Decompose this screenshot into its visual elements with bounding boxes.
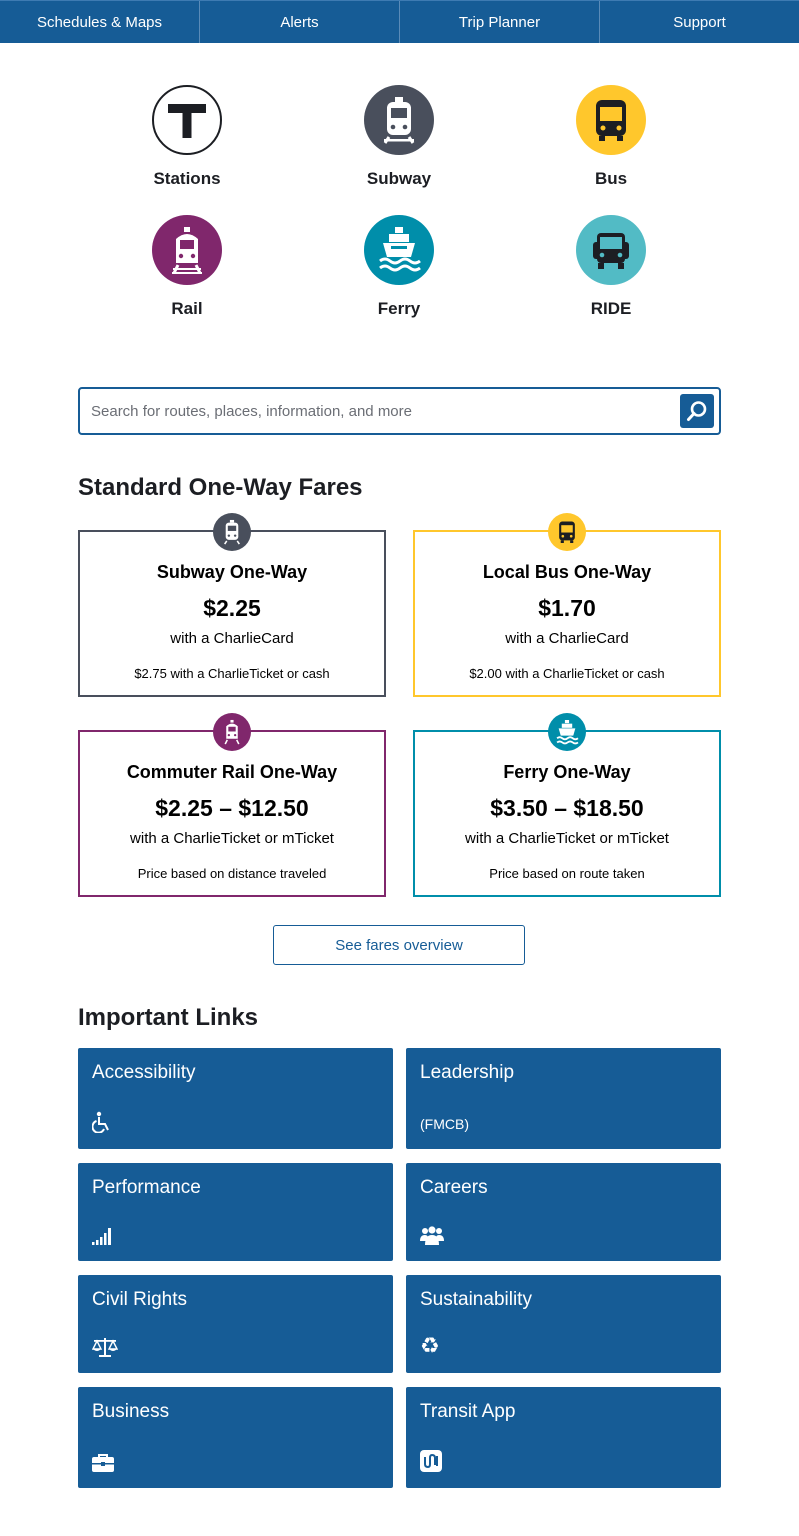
search-button[interactable] bbox=[680, 394, 714, 428]
nav-alerts[interactable]: Alerts bbox=[200, 1, 400, 43]
tile-title: Accessibility bbox=[92, 1062, 196, 1083]
tile-title: Civil Rights bbox=[92, 1289, 188, 1310]
ride-van-icon bbox=[576, 215, 646, 285]
link-tile-performance[interactable]: Performance bbox=[78, 1163, 393, 1261]
balance-scale-icon bbox=[92, 1337, 118, 1357]
briefcase-icon bbox=[92, 1454, 114, 1472]
link-tile-careers[interactable]: Careers bbox=[406, 1163, 721, 1261]
fare-card-subway: Subway One-Way $2.25 with a CharlieCard … bbox=[78, 513, 386, 697]
people-group-icon bbox=[420, 1225, 444, 1245]
recycle-icon: ♻ bbox=[420, 1333, 440, 1358]
search-bar bbox=[78, 387, 721, 435]
top-nav: Schedules & Maps Alerts Trip Planner Sup… bbox=[0, 0, 799, 43]
mode-label: Rail bbox=[171, 299, 203, 318]
fare-note: with a CharlieTicket or mTicket bbox=[130, 830, 334, 847]
subway-train-icon bbox=[213, 513, 251, 551]
mode-subway[interactable]: Subway bbox=[324, 85, 474, 189]
fare-price: $2.25 – $12.50 bbox=[155, 795, 309, 821]
fare-subnote: Price based on route taken bbox=[489, 866, 645, 881]
fare-note: with a CharlieTicket or mTicket bbox=[465, 830, 669, 847]
bus-icon bbox=[548, 513, 586, 551]
signal-bars-icon bbox=[92, 1227, 114, 1245]
fare-card-commuter-rail: Commuter Rail One-Way $2.25 – $12.50 wit… bbox=[78, 713, 386, 897]
nav-trip-planner[interactable]: Trip Planner bbox=[400, 1, 600, 43]
fare-price: $2.25 bbox=[203, 595, 261, 621]
mode-label: Stations bbox=[153, 169, 221, 188]
fare-price: $3.50 – $18.50 bbox=[490, 795, 644, 821]
see-fares-overview-button[interactable]: See fares overview bbox=[273, 925, 525, 965]
mode-label: Subway bbox=[366, 169, 432, 188]
fare-title: Ferry One-Way bbox=[503, 762, 631, 782]
commuter-rail-icon bbox=[152, 215, 222, 285]
fare-title: Commuter Rail One-Way bbox=[126, 762, 338, 782]
mode-bus[interactable]: Bus bbox=[536, 85, 686, 189]
link-tile-accessibility[interactable]: Accessibility bbox=[78, 1048, 393, 1149]
fare-note: with a CharlieCard bbox=[505, 630, 629, 647]
search-icon bbox=[687, 401, 707, 421]
mode-label: Ferry bbox=[377, 299, 421, 318]
link-tile-sustainability[interactable]: Sustainability ♻ bbox=[406, 1275, 721, 1373]
bus-icon bbox=[576, 85, 646, 155]
link-tile-business[interactable]: Business bbox=[78, 1387, 393, 1488]
tile-title: Careers bbox=[420, 1177, 488, 1198]
transit-app-icon bbox=[420, 1450, 442, 1472]
mode-stations[interactable]: Stations bbox=[112, 85, 262, 189]
commuter-rail-icon bbox=[213, 713, 251, 751]
link-tile-transit-app[interactable]: Transit App bbox=[406, 1387, 721, 1488]
fare-title: Local Bus One-Way bbox=[482, 562, 652, 582]
mode-label: RIDE bbox=[590, 299, 632, 318]
ferry-icon bbox=[548, 713, 586, 751]
tile-title: Leadership bbox=[420, 1062, 515, 1083]
fare-note: with a CharlieCard bbox=[170, 630, 294, 647]
mode-label: Bus bbox=[594, 169, 628, 188]
link-tile-leadership[interactable]: Leadership (FMCB) bbox=[406, 1048, 721, 1149]
mode-ferry[interactable]: Ferry bbox=[324, 215, 474, 319]
fares-heading: Standard One-Way Fares bbox=[78, 474, 363, 501]
fare-subnote: $2.75 with a CharlieTicket or cash bbox=[134, 666, 330, 681]
subway-train-icon bbox=[364, 85, 434, 155]
mode-rail[interactable]: Rail bbox=[112, 215, 262, 319]
nav-schedules-maps[interactable]: Schedules & Maps bbox=[0, 1, 200, 43]
tile-title: Business bbox=[92, 1401, 170, 1422]
fare-subnote: $2.00 with a CharlieTicket or cash bbox=[469, 666, 665, 681]
ferry-icon bbox=[364, 215, 434, 285]
t-logo-icon bbox=[152, 85, 222, 155]
important-links-heading: Important Links bbox=[78, 1004, 259, 1031]
fare-price: $1.70 bbox=[538, 595, 596, 621]
fare-card-bus: Local Bus One-Way $1.70 with a CharlieCa… bbox=[413, 513, 721, 697]
fare-title: Subway One-Way bbox=[156, 562, 308, 582]
tile-title: Performance bbox=[92, 1177, 201, 1198]
tile-subtext: (FMCB) bbox=[420, 1116, 469, 1132]
tile-title: Transit App bbox=[420, 1401, 516, 1422]
mode-ride[interactable]: RIDE bbox=[536, 215, 686, 319]
link-tile-civil-rights[interactable]: Civil Rights bbox=[78, 1275, 393, 1373]
fare-subnote: Price based on distance traveled bbox=[137, 866, 327, 881]
tile-title: Sustainability bbox=[420, 1289, 532, 1310]
nav-support[interactable]: Support bbox=[600, 1, 799, 43]
wheelchair-icon bbox=[92, 1111, 112, 1133]
search-input[interactable] bbox=[80, 402, 680, 420]
fare-card-ferry: Ferry One-Way $3.50 – $18.50 with a Char… bbox=[413, 713, 721, 897]
